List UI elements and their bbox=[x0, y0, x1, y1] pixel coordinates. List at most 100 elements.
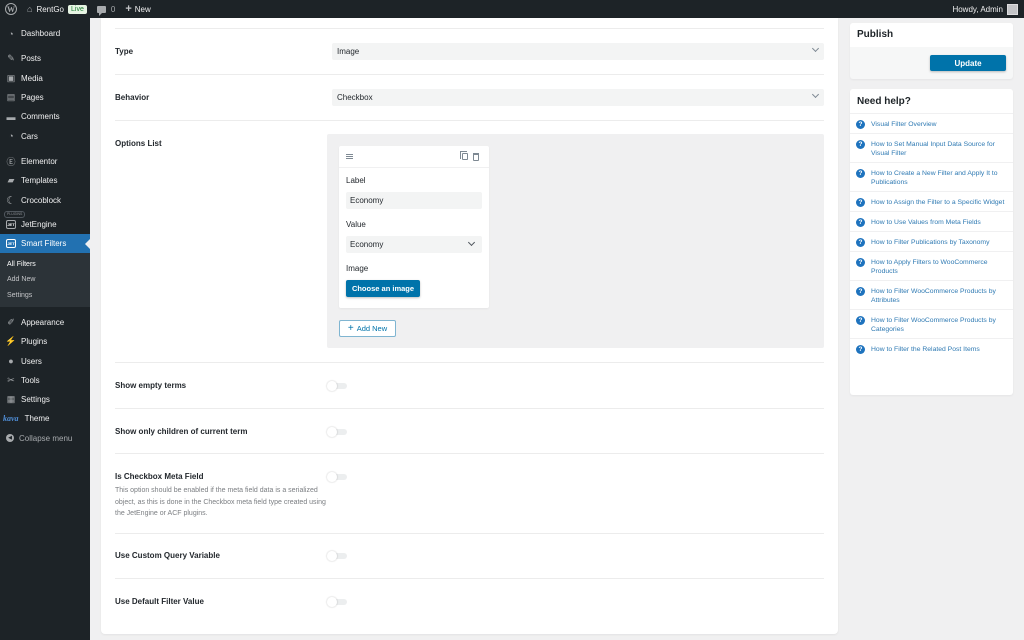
site-name-link[interactable]: ⌂ RentGo Live bbox=[22, 0, 92, 18]
sidebar-item-templates[interactable]: ▰ Templates bbox=[0, 171, 90, 190]
add-new-label: Add New bbox=[356, 324, 388, 333]
behavior-label: Behavior bbox=[115, 93, 150, 102]
show-empty-terms-toggle[interactable] bbox=[327, 381, 349, 391]
filter-settings-panel: Type Image Behavior Checkbox Options Lis… bbox=[101, 18, 838, 634]
sidebar-item-tools[interactable]: ✂ Tools bbox=[0, 371, 90, 390]
sidebar-item-label: Dashboard bbox=[21, 29, 61, 39]
comments-count: 0 bbox=[110, 4, 116, 14]
sidebar-item-media[interactable]: ▣ Media bbox=[0, 69, 90, 88]
toggle-row: Is Checkbox Meta Field This option shoul… bbox=[115, 453, 824, 533]
wrench-icon: ✂ bbox=[7, 374, 15, 385]
sidebar-item-label: Collapse menu bbox=[19, 433, 73, 443]
sidebar-item-label: Users bbox=[21, 356, 42, 366]
sidebar-item-cars[interactable]: ◔ Cars bbox=[0, 126, 90, 145]
choose-image-button[interactable]: Choose an image bbox=[346, 280, 420, 297]
behavior-row: Behavior Checkbox bbox=[115, 74, 824, 120]
question-icon: ? bbox=[856, 169, 865, 178]
collapse-menu-button[interactable]: ◀ Collapse menu bbox=[0, 429, 90, 448]
toggle-row: Use Default Filter Value bbox=[115, 578, 824, 624]
sidebar-item-posts[interactable]: ✎ Posts bbox=[0, 49, 90, 68]
add-new-option-button[interactable]: + Add New bbox=[339, 320, 396, 337]
sidebar-item-users[interactable]: ● Users bbox=[0, 351, 90, 370]
my-account-link[interactable]: Howdy, Admin bbox=[947, 0, 1024, 18]
sidebar-item-label: Theme bbox=[24, 414, 50, 424]
toggle-label: Show only children of current term bbox=[115, 427, 248, 436]
comment-icon: ▬ bbox=[6, 111, 16, 122]
kava-icon: kava bbox=[3, 414, 19, 424]
comment-icon bbox=[96, 5, 106, 16]
submenu-all-filters[interactable]: All Filters bbox=[0, 256, 90, 272]
drag-handle-icon[interactable] bbox=[346, 154, 353, 159]
sidebar-item-appearance[interactable]: ✐ Appearance bbox=[0, 313, 90, 332]
sidebar-item-comments[interactable]: ▬ Comments bbox=[0, 107, 90, 126]
option-label-value: Economy bbox=[350, 196, 384, 205]
submenu-settings[interactable]: Settings bbox=[0, 287, 90, 303]
show-only-children-toggle[interactable] bbox=[327, 427, 349, 437]
sidebar-item-crocoblock[interactable]: ☾ Crocoblock bbox=[0, 190, 90, 209]
wp-logo-button[interactable]: W bbox=[0, 0, 22, 18]
user-icon: ● bbox=[8, 356, 14, 366]
option-label-input[interactable]: Economy bbox=[346, 192, 482, 209]
toggle-label: Use Default Filter Value bbox=[115, 597, 204, 606]
checkbox-meta-field-toggle[interactable] bbox=[327, 472, 349, 482]
option-label-caption: Label bbox=[346, 176, 366, 185]
sidebar-item-elementor[interactable]: Ⓔ Elementor bbox=[0, 152, 90, 171]
update-button[interactable]: Update bbox=[930, 55, 1006, 71]
option-value-value: Economy bbox=[350, 240, 384, 249]
sidebar-item-label: Tools bbox=[21, 375, 40, 385]
publish-title: Publish bbox=[850, 23, 1013, 47]
help-link[interactable]: ? How to Apply Filters to WooCommerce Pro… bbox=[850, 252, 1013, 281]
copy-icon[interactable] bbox=[460, 151, 468, 160]
help-link[interactable]: ? How to Filter WooCommerce Products by A… bbox=[850, 281, 1013, 310]
toggle-row: Show only children of current term bbox=[115, 408, 824, 453]
help-link[interactable]: ? How to Filter WooCommerce Products by C… bbox=[850, 310, 1013, 339]
help-link[interactable]: ? How to Set Manual Input Data Source for… bbox=[850, 134, 1013, 163]
option-image-caption: Image bbox=[346, 264, 369, 273]
submenu-add-new[interactable]: Add New bbox=[0, 272, 90, 288]
home-icon: ⌂ bbox=[27, 4, 33, 14]
sidebar-item-pages[interactable]: ▤ Pages bbox=[0, 88, 90, 107]
sidebar-item-plugins[interactable]: ⚡ Plugins bbox=[0, 332, 90, 351]
help-link[interactable]: ? Visual Filter Overview bbox=[850, 114, 1013, 134]
options-list-label: Options List bbox=[115, 139, 162, 148]
sidebar-item-dashboard[interactable]: ◔ Dashboard bbox=[0, 24, 90, 43]
help-link[interactable]: ? How to Filter the Related Post Items bbox=[850, 339, 1013, 358]
new-content-link[interactable]: + New bbox=[120, 0, 155, 18]
comments-link[interactable]: 0 bbox=[92, 0, 120, 18]
option-value-select[interactable]: Economy bbox=[346, 236, 482, 253]
question-icon: ? bbox=[856, 258, 865, 267]
plus-icon: + bbox=[125, 3, 132, 15]
question-icon: ? bbox=[856, 345, 865, 354]
question-icon: ? bbox=[856, 316, 865, 325]
media-icon: ▣ bbox=[6, 72, 16, 83]
type-row: Type Image bbox=[115, 28, 824, 74]
site-name: RentGo bbox=[36, 4, 65, 14]
sidebar-item-settings[interactable]: ▦ Settings bbox=[0, 390, 90, 409]
greeting: Howdy, Admin bbox=[952, 4, 1003, 14]
sidebar-item-label: Posts bbox=[21, 54, 42, 64]
custom-query-variable-toggle[interactable] bbox=[327, 551, 349, 561]
admin-bar: W ⌂ RentGo Live 0 + New Howdy, Admin bbox=[0, 0, 1024, 18]
sidebar-item-label: Settings bbox=[21, 395, 50, 405]
wordpress-icon: W bbox=[5, 3, 17, 15]
default-filter-value-toggle[interactable] bbox=[327, 597, 349, 607]
chevron-down-icon bbox=[811, 44, 820, 53]
help-link[interactable]: ? How to Assign the Filter to a Specific … bbox=[850, 192, 1013, 212]
avatar bbox=[1007, 3, 1018, 15]
sidebar-item-theme[interactable]: kava Theme bbox=[0, 409, 90, 428]
toggle-label: Is Checkbox Meta Field bbox=[115, 472, 204, 481]
sidebar-item-label: Comments bbox=[21, 112, 60, 122]
help-link[interactable]: ? How to Use Values from Meta Fields bbox=[850, 212, 1013, 232]
behavior-select[interactable]: Checkbox bbox=[332, 89, 824, 106]
sidebar-item-smart-filters[interactable]: JET Smart Filters bbox=[0, 233, 90, 254]
brush-icon: ✐ bbox=[7, 316, 15, 327]
smart-filters-submenu: All Filters Add New Settings bbox=[0, 253, 90, 307]
toggle-description: This option should be enabled if the met… bbox=[115, 487, 326, 517]
help-link[interactable]: ? How to Filter Publications by Taxonomy bbox=[850, 232, 1013, 252]
option-value-caption: Value bbox=[346, 220, 366, 229]
help-link[interactable]: ? How to Create a New Filter and Apply It… bbox=[850, 163, 1013, 192]
collapse-icon: ◀ bbox=[6, 434, 14, 443]
sidebar-item-label: Smart Filters bbox=[21, 239, 67, 249]
trash-icon[interactable] bbox=[473, 153, 479, 161]
type-select[interactable]: Image bbox=[332, 43, 824, 60]
